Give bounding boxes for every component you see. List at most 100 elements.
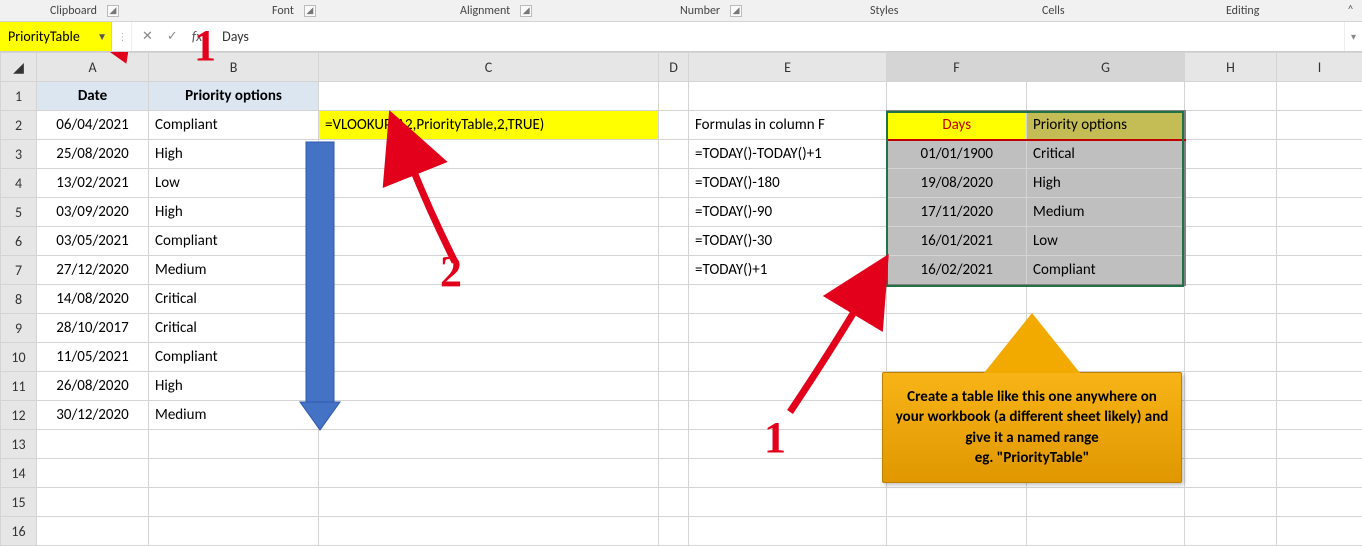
cell[interactable]: [1027, 401, 1185, 430]
cell[interactable]: [37, 430, 149, 459]
cell[interactable]: [689, 459, 887, 488]
cell[interactable]: [1027, 372, 1185, 401]
cell[interactable]: [1277, 256, 1362, 285]
cell[interactable]: [319, 314, 659, 343]
cell[interactable]: [1185, 343, 1277, 372]
cell[interactable]: [1185, 256, 1277, 285]
cell[interactable]: [319, 256, 659, 285]
cell[interactable]: 25/08/2020: [37, 140, 149, 169]
col-header-G[interactable]: G: [1027, 53, 1185, 82]
cell[interactable]: [319, 488, 659, 517]
cell[interactable]: [1185, 82, 1277, 111]
name-box-resize-handle[interactable]: ⋮: [112, 22, 132, 51]
col-header-F[interactable]: F: [887, 53, 1027, 82]
cell[interactable]: [37, 517, 149, 546]
row-header[interactable]: 1: [1, 82, 37, 111]
row-header[interactable]: 10: [1, 343, 37, 372]
cell[interactable]: [689, 285, 887, 314]
cell[interactable]: Priority options: [149, 82, 319, 111]
col-header-B[interactable]: B: [149, 53, 319, 82]
cell[interactable]: [319, 430, 659, 459]
cell[interactable]: 28/10/2017: [37, 314, 149, 343]
cell[interactable]: [689, 401, 887, 430]
cell[interactable]: [1185, 401, 1277, 430]
cell[interactable]: 11/05/2021: [37, 343, 149, 372]
cell[interactable]: [319, 372, 659, 401]
name-box-dropdown-icon[interactable]: ▼: [97, 30, 107, 43]
cell[interactable]: [1185, 430, 1277, 459]
cell[interactable]: [1185, 169, 1277, 198]
cell[interactable]: [319, 169, 659, 198]
cell[interactable]: [1277, 314, 1362, 343]
cell[interactable]: [1027, 430, 1185, 459]
cell[interactable]: Compliant: [149, 227, 319, 256]
cell[interactable]: [659, 256, 689, 285]
cell[interactable]: [149, 459, 319, 488]
cell[interactable]: [887, 459, 1027, 488]
row-header[interactable]: 14: [1, 459, 37, 488]
row-header[interactable]: 13: [1, 430, 37, 459]
dialog-launcher-icon[interactable]: ◢: [520, 5, 532, 17]
cell[interactable]: [887, 285, 1027, 314]
cell[interactable]: [1185, 314, 1277, 343]
row-header[interactable]: 16: [1, 517, 37, 546]
cell[interactable]: [1027, 82, 1185, 111]
enter-icon[interactable]: ✓: [167, 29, 178, 44]
cell[interactable]: [659, 372, 689, 401]
cell[interactable]: Low: [1027, 227, 1185, 256]
cell[interactable]: Critical: [1027, 140, 1185, 169]
cell[interactable]: [689, 372, 887, 401]
cell[interactable]: [319, 227, 659, 256]
cell[interactable]: [1277, 169, 1362, 198]
cell[interactable]: [689, 314, 887, 343]
cell[interactable]: =TODAY()-30: [689, 227, 887, 256]
cell[interactable]: [887, 343, 1027, 372]
cell[interactable]: [689, 517, 887, 546]
cell[interactable]: [1277, 285, 1362, 314]
formula-bar-input[interactable]: Days: [212, 22, 1344, 51]
row-header[interactable]: 6: [1, 227, 37, 256]
cell[interactable]: [319, 517, 659, 546]
cell[interactable]: [689, 430, 887, 459]
cell[interactable]: [659, 314, 689, 343]
cell[interactable]: [1027, 285, 1185, 314]
cell[interactable]: [1185, 517, 1277, 546]
cell[interactable]: [1277, 401, 1362, 430]
row-header[interactable]: 4: [1, 169, 37, 198]
cell[interactable]: =VLOOKUP(A2,PriorityTable,2,TRUE): [319, 111, 659, 140]
cell[interactable]: Medium: [149, 401, 319, 430]
ribbon-group-alignment[interactable]: Alignment◢: [460, 4, 532, 18]
cell[interactable]: [1027, 314, 1185, 343]
cell[interactable]: Medium: [1027, 198, 1185, 227]
cell[interactable]: [1185, 285, 1277, 314]
ribbon-group-editing[interactable]: Editing: [1226, 4, 1259, 18]
cell[interactable]: [887, 372, 1027, 401]
cell[interactable]: 01/01/1900: [887, 140, 1027, 169]
cell[interactable]: [319, 401, 659, 430]
cell[interactable]: [659, 82, 689, 111]
cell[interactable]: [1277, 430, 1362, 459]
cell[interactable]: 03/05/2021: [37, 227, 149, 256]
cell[interactable]: =TODAY()-90: [689, 198, 887, 227]
cell[interactable]: Critical: [149, 285, 319, 314]
cell[interactable]: [659, 430, 689, 459]
cell[interactable]: Priority options: [1027, 111, 1185, 140]
cell[interactable]: [659, 227, 689, 256]
cell[interactable]: [887, 401, 1027, 430]
cell[interactable]: [149, 488, 319, 517]
cell[interactable]: [37, 488, 149, 517]
cell[interactable]: =TODAY()-TODAY()+1: [689, 140, 887, 169]
cell[interactable]: =TODAY()-180: [689, 169, 887, 198]
cell[interactable]: [689, 82, 887, 111]
cell[interactable]: [1027, 459, 1185, 488]
cell[interactable]: [659, 401, 689, 430]
dialog-launcher-icon[interactable]: ◢: [107, 5, 119, 17]
cell[interactable]: [887, 430, 1027, 459]
cell[interactable]: [659, 517, 689, 546]
ribbon-group-cells[interactable]: Cells: [1042, 4, 1065, 18]
col-header-H[interactable]: H: [1185, 53, 1277, 82]
col-header-E[interactable]: E: [689, 53, 887, 82]
spreadsheet-grid[interactable]: ◢ A B C D E F G H I 1 Date Priority opti…: [0, 52, 1362, 546]
cell[interactable]: Medium: [149, 256, 319, 285]
cell[interactable]: [1185, 227, 1277, 256]
